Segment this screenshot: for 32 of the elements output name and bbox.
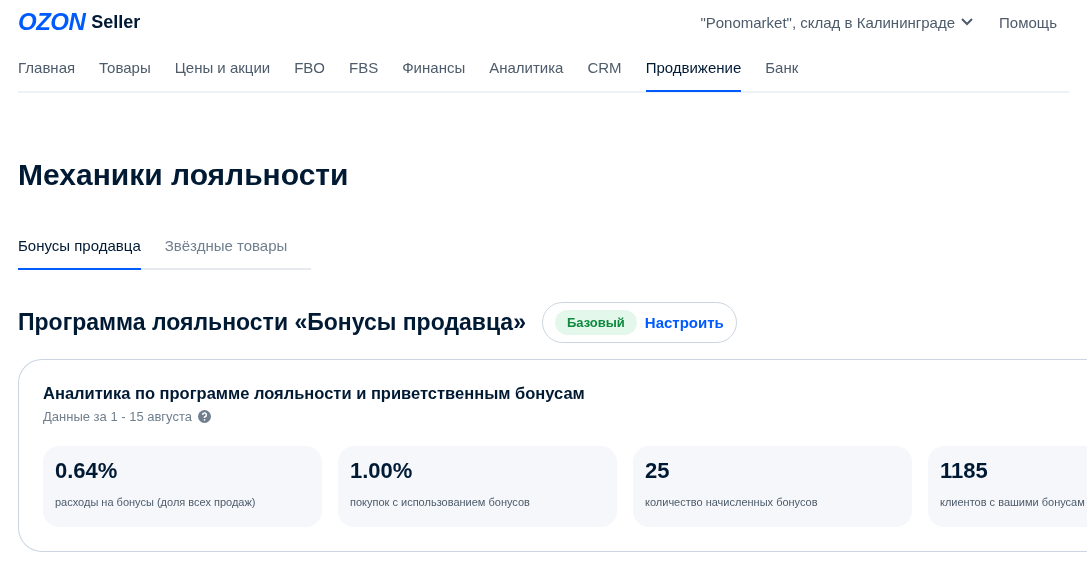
metric-label: количество начисленных бонусов	[645, 496, 819, 508]
nav-tab[interactable]: Финансы	[402, 44, 466, 92]
tab[interactable]: Бонусы продавца	[18, 237, 141, 270]
nav-tab[interactable]: CRM	[587, 44, 622, 92]
nav-tab[interactable]: Товары	[99, 44, 151, 92]
nav-tab[interactable]: Цены и акции	[174, 44, 271, 92]
metric-value: 0.64%	[55, 458, 119, 484]
nav-tab[interactable]: Продвижение	[645, 44, 742, 92]
nav-tab[interactable]: FBS	[349, 44, 379, 92]
metric-label: клиентов с вашими бонусам	[940, 496, 1086, 508]
help-link[interactable]: Помощь	[999, 13, 1057, 31]
level-badge: Базовый	[554, 310, 637, 335]
period-text: Данные за 1 - 15 августа	[43, 409, 192, 424]
logo[interactable]: OZON	[18, 8, 86, 36]
help-icon[interactable]	[198, 410, 211, 423]
chevron-down-icon	[961, 18, 974, 26]
panel-title: Аналитика по программе лояльности и приветственным бонусам	[43, 384, 586, 403]
store-selector[interactable]: "Ponomarket", склад в Калининграде	[700, 13, 974, 31]
configure-link[interactable]: Настроить	[644, 314, 724, 331]
page-title: Механики лояльности	[18, 157, 350, 193]
metric-value: 1.00%	[350, 458, 414, 484]
nav-tab[interactable]: FBO	[294, 44, 326, 92]
metric-value: 25	[645, 458, 671, 484]
section-title: Программа лояльности «Бонусы продавца»	[18, 309, 526, 336]
logo-suffix: Seller	[91, 11, 141, 33]
nav-tab[interactable]: Главная	[18, 44, 76, 92]
metric-value: 1185	[940, 458, 989, 484]
nav-tab[interactable]: Банк	[765, 44, 799, 92]
metric-label: покупок с использованием бонусов	[350, 496, 531, 508]
metric-label: расходы на бонусы (доля всех продаж)	[55, 496, 257, 508]
tab[interactable]: Звёздные товары	[164, 237, 288, 270]
nav-tab[interactable]: Аналитика	[489, 44, 564, 92]
